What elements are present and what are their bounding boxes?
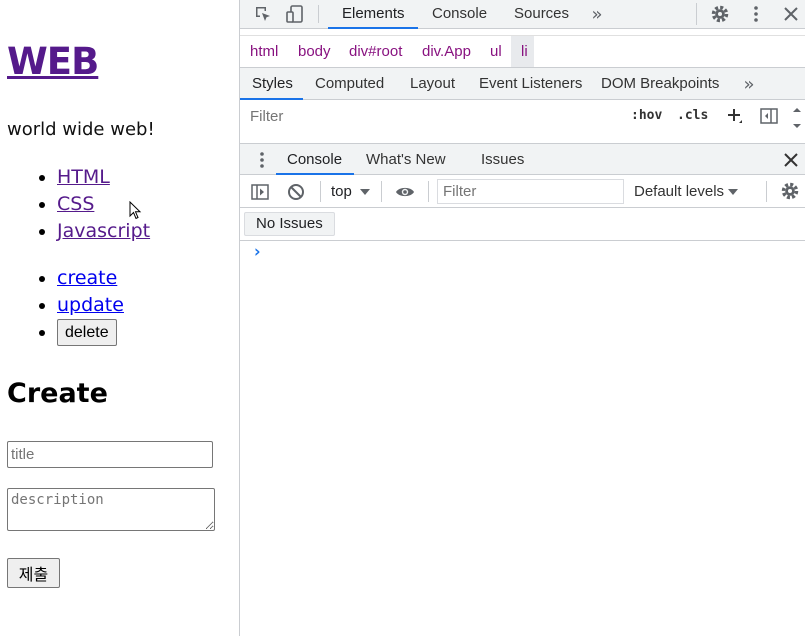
styles-pane-tabs: Styles Computed Layout Event Listeners D… (240, 68, 805, 100)
scrollbar-arrows-icon[interactable] (791, 104, 803, 130)
list-item: update (57, 292, 124, 319)
topic-link-javascript[interactable]: Javascript (57, 220, 150, 242)
eye-icon[interactable] (393, 181, 417, 203)
list-item: delete (57, 319, 124, 346)
clear-console-icon[interactable] (285, 181, 307, 203)
create-link[interactable]: create (57, 267, 117, 289)
console-input[interactable] (270, 244, 800, 266)
control-list: create update delete (35, 265, 124, 346)
home-link[interactable]: WEB (7, 40, 99, 83)
page-title: WEB (7, 40, 99, 83)
tab-console-drawer[interactable]: Console (287, 151, 342, 168)
tab-sources[interactable]: Sources (514, 5, 569, 22)
context-selector[interactable]: top (331, 183, 352, 200)
more-tabs-chevron-icon[interactable]: » (740, 73, 758, 95)
devtools-main-toolbar: Elements Console Sources » (240, 0, 805, 29)
tab-whats-new[interactable]: What's New (366, 151, 446, 168)
delete-button[interactable]: delete (57, 319, 117, 346)
submit-button[interactable]: 제출 (7, 558, 60, 588)
styles-filter-placeholder: Filter (250, 108, 284, 125)
breadcrumb: html body div#root div.App ul li (240, 36, 805, 68)
new-style-rule-icon[interactable] (725, 105, 745, 127)
styles-filter-input[interactable]: Filter (244, 104, 620, 129)
close-devtools-icon[interactable] (780, 3, 802, 25)
list-item: Javascript (57, 218, 150, 245)
topic-link-css[interactable]: CSS (57, 193, 94, 215)
title-input[interactable] (7, 441, 213, 468)
mouse-cursor-icon (129, 201, 142, 220)
issues-bar: No Issues (240, 208, 805, 241)
tab-console[interactable]: Console (432, 5, 487, 22)
close-drawer-icon[interactable] (780, 149, 802, 171)
tab-styles[interactable]: Styles (252, 75, 293, 92)
create-heading: Create (7, 378, 108, 409)
no-issues-button[interactable]: No Issues (244, 212, 335, 236)
styles-filter-bar: Filter :hov .cls (240, 100, 805, 134)
show-sidebar-icon[interactable] (249, 181, 271, 203)
page-subtitle: world wide web! (7, 119, 155, 140)
tab-event-listeners[interactable]: Event Listeners (479, 75, 582, 92)
console-prompt-icon: › (252, 242, 263, 262)
drawer-menu-icon[interactable] (252, 149, 272, 171)
active-tab-indicator (328, 27, 418, 29)
more-tabs-chevron-icon[interactable]: » (588, 3, 606, 25)
inspect-element-icon[interactable] (252, 3, 274, 25)
tab-layout[interactable]: Layout (410, 75, 455, 92)
tab-dom-breakpoints[interactable]: DOM Breakpoints (601, 75, 719, 92)
chevron-down-icon (726, 182, 740, 202)
kebab-menu-icon[interactable] (745, 3, 767, 25)
console-toolbar: top Filter Default levels (240, 175, 805, 208)
breadcrumb-li[interactable]: li (521, 43, 528, 60)
drawer-tabs: Console What's New Issues (240, 143, 805, 175)
chevron-down-icon (358, 182, 372, 202)
topic-link-html[interactable]: HTML (57, 166, 110, 188)
breadcrumb-body[interactable]: body (298, 43, 331, 60)
console-filter-placeholder: Filter (443, 183, 477, 200)
list-item: HTML (57, 164, 150, 191)
breadcrumb-div-app[interactable]: div.App (422, 43, 471, 60)
breadcrumb-ul[interactable]: ul (490, 43, 502, 60)
list-item: create (57, 265, 124, 292)
toggle-sidebar-icon[interactable] (758, 105, 780, 127)
console-filter-input[interactable]: Filter (437, 179, 624, 204)
console-settings-gear-icon[interactable] (779, 180, 801, 202)
breadcrumb-div-root[interactable]: div#root (349, 43, 402, 60)
tab-computed[interactable]: Computed (315, 75, 384, 92)
update-link[interactable]: update (57, 294, 124, 316)
log-levels-dropdown[interactable]: Default levels (634, 183, 724, 200)
device-toolbar-icon[interactable] (284, 3, 306, 25)
tab-elements[interactable]: Elements (342, 5, 405, 22)
tab-issues[interactable]: Issues (481, 151, 524, 168)
description-textarea[interactable] (7, 488, 215, 531)
hov-toggle[interactable]: :hov (631, 108, 662, 123)
breadcrumb-html[interactable]: html (250, 43, 278, 60)
devtools-panel: Elements Console Sources » html body div… (239, 0, 805, 636)
web-page: WEB world wide web! HTML CSS Javascript … (0, 0, 239, 636)
cls-toggle[interactable]: .cls (677, 108, 708, 123)
gear-icon[interactable] (709, 3, 731, 25)
